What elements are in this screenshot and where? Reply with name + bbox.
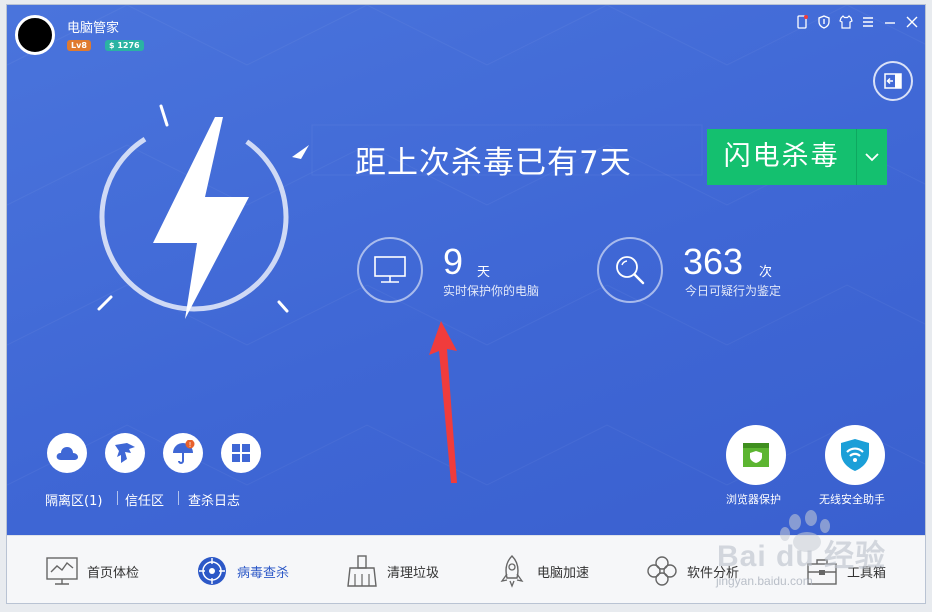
- scan-log-button[interactable]: !: [163, 433, 203, 473]
- scan-log-label[interactable]: 查杀日志: [188, 490, 240, 509]
- quick-scan-label: 闪电杀毒: [723, 141, 840, 172]
- baidu-watermark: Bai du 经验: [717, 540, 887, 573]
- avatar[interactable]: [15, 15, 55, 55]
- nav-label: 清理垃圾: [387, 565, 440, 581]
- main-panel: 电脑管家 Lv8 $ 1276 距上次杀毒已有7天 闪电杀毒 9 天 实时保护你…: [7, 5, 925, 535]
- umbrella-icon: !: [173, 440, 195, 464]
- protection-label: 实时保护你的电脑: [443, 284, 540, 298]
- nav-label: 首页体检: [87, 565, 140, 581]
- divider: [117, 491, 118, 505]
- app-window: 电脑管家 Lv8 $ 1276 距上次杀毒已有7天 闪电杀毒 9 天 实时保护你…: [6, 4, 926, 604]
- app-title: 电脑管家: [67, 21, 120, 36]
- wifi-assistant-button[interactable]: [825, 425, 885, 485]
- monitor-icon: [357, 237, 423, 303]
- lightning-logo-icon: [97, 104, 309, 319]
- nav-virus-scan[interactable]: 病毒查杀: [195, 552, 289, 590]
- titlebar-controls: [793, 13, 921, 31]
- nav-label: 病毒查杀: [237, 565, 290, 581]
- phone-icon[interactable]: [793, 13, 811, 31]
- broom-icon: [347, 555, 377, 587]
- trust-zone-button[interactable]: [105, 433, 145, 473]
- suspicious-count: 363: [683, 241, 744, 282]
- level-badge: Lv8: [67, 40, 91, 51]
- browser-protection-button[interactable]: [726, 425, 786, 485]
- windows-icon: [232, 444, 250, 462]
- nav-label: 电脑加速: [537, 565, 590, 581]
- trust-zone-label[interactable]: 信任区: [125, 490, 164, 509]
- wifi-assistant-label: 无线安全助手: [819, 493, 885, 506]
- red-arrow-annotation: [429, 321, 457, 483]
- windows-button[interactable]: [221, 433, 261, 473]
- eagle-icon: [115, 443, 135, 463]
- svg-text:!: !: [189, 441, 192, 449]
- close-icon[interactable]: [903, 13, 921, 31]
- browser-protection-label: 浏览器保护: [726, 493, 781, 506]
- quarantine-button[interactable]: [47, 433, 87, 473]
- panel-switch-icon: [884, 73, 902, 89]
- baidu-watermark-url: jingyan.baidu.com: [716, 574, 813, 588]
- protection-days-unit: 天: [477, 265, 491, 280]
- suspicious-count-unit: 次: [759, 265, 773, 280]
- nav-home-checkup[interactable]: 首页体检: [45, 552, 139, 590]
- clover-icon: [647, 556, 677, 586]
- shield-icon[interactable]: [815, 13, 833, 31]
- nav-clean-junk[interactable]: 清理垃圾: [345, 552, 439, 590]
- target-icon: [198, 557, 226, 585]
- rocket-icon: [500, 555, 524, 588]
- sidebar-toggle-button[interactable]: [873, 61, 913, 101]
- divider: [178, 491, 179, 505]
- magnifier-icon: [597, 237, 663, 303]
- menu-icon[interactable]: [859, 13, 877, 31]
- minimize-icon[interactable]: [881, 13, 899, 31]
- scan-options-dropdown[interactable]: [856, 129, 887, 185]
- protection-days: 9: [443, 241, 464, 282]
- chevron-down-icon: [865, 153, 879, 162]
- nav-speed-up[interactable]: 电脑加速: [495, 552, 589, 590]
- skin-icon[interactable]: [837, 13, 855, 31]
- scan-status-headline: 距上次杀毒已有7天: [355, 145, 632, 181]
- browser-shield-icon: [743, 443, 769, 467]
- quarantine-label[interactable]: 隔离区(1): [45, 490, 102, 509]
- suspicious-label: 今日可疑行为鉴定: [685, 284, 782, 298]
- quick-scan-button[interactable]: 闪电杀毒: [707, 129, 887, 185]
- monitor-chart-icon: [46, 557, 78, 585]
- coin-badge: $ 1276: [105, 40, 144, 51]
- cloud-icon: [56, 447, 78, 460]
- wifi-shield-icon: [841, 439, 869, 471]
